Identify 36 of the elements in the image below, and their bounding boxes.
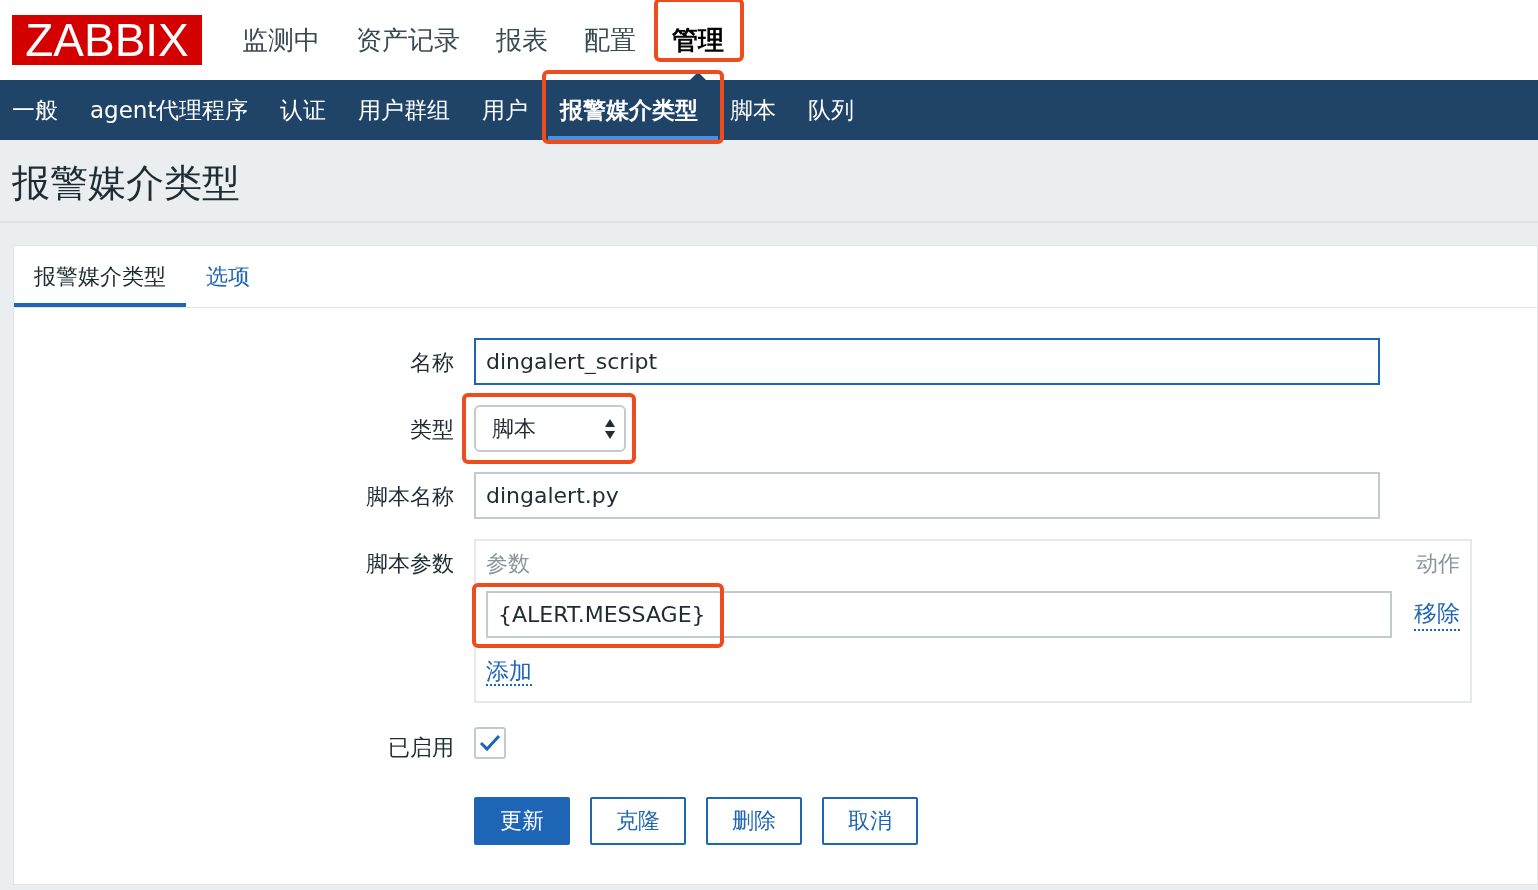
checkmark-icon bbox=[479, 734, 501, 752]
nav-item[interactable]: agent代理程序 bbox=[78, 80, 269, 140]
field-label: 脚本名称 bbox=[365, 483, 454, 511]
column-header: 参数 bbox=[486, 550, 530, 578]
menu-item[interactable]: 报表 bbox=[478, 0, 566, 80]
menu-item[interactable]: 资产记录 bbox=[338, 0, 478, 80]
nav-item[interactable]: 用户 bbox=[470, 80, 549, 140]
form-button[interactable]: 取消 bbox=[822, 797, 918, 845]
nav-item[interactable]: 报警媒介类型 bbox=[548, 80, 719, 140]
tab[interactable]: 选项 bbox=[186, 246, 270, 307]
nav-item[interactable]: 用户群组 bbox=[346, 80, 471, 140]
page-title: 报警媒介类型 bbox=[0, 140, 1538, 223]
nav-item[interactable]: 认证 bbox=[268, 80, 347, 140]
menu-item[interactable]: 监测中 bbox=[224, 0, 338, 80]
nav-item[interactable]: 一般 bbox=[0, 80, 78, 140]
add-link[interactable]: 添加 bbox=[486, 658, 532, 686]
form-button[interactable]: 克隆 bbox=[590, 797, 686, 845]
param-field[interactable]: {ALERT.MESSAGE} bbox=[486, 591, 1392, 638]
type-select[interactable]: 脚本 bbox=[474, 405, 626, 452]
form-button[interactable]: 更新 bbox=[474, 797, 570, 845]
column-header: 动作 bbox=[1416, 550, 1460, 578]
logo[interactable]: ZABBIX bbox=[12, 15, 202, 65]
sort-arrows-icon bbox=[604, 417, 616, 440]
nav-item[interactable]: 脚本 bbox=[718, 80, 797, 140]
script-name-field[interactable]: dingalert.py bbox=[474, 472, 1380, 519]
field-label: 类型 bbox=[409, 416, 454, 444]
menu-item[interactable]: 配置 bbox=[566, 0, 654, 80]
tab[interactable]: 报警媒介类型 bbox=[14, 246, 186, 307]
field-label: 脚本参数 bbox=[365, 550, 454, 578]
name-field[interactable]: dingalert_script bbox=[474, 338, 1380, 385]
enabled-checkbox[interactable] bbox=[474, 727, 506, 759]
form-button[interactable]: 删除 bbox=[706, 797, 802, 845]
nav-item[interactable]: 队列 bbox=[796, 80, 875, 140]
field-label: 名称 bbox=[409, 349, 454, 377]
remove-link[interactable]: 移除 bbox=[1414, 598, 1460, 631]
field-label: 已启用 bbox=[387, 734, 454, 762]
